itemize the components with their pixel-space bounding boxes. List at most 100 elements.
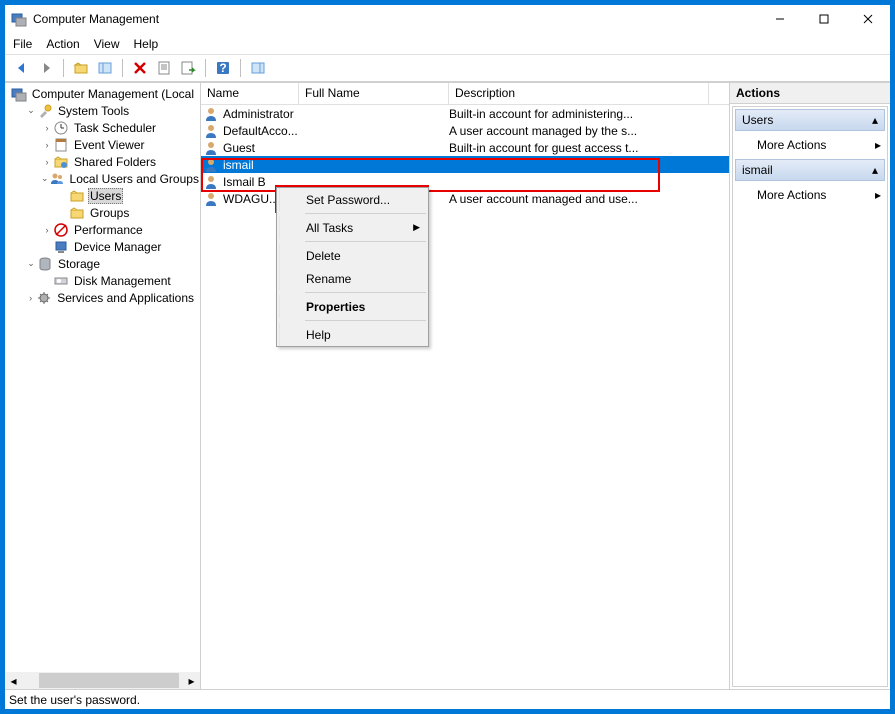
menu-file[interactable]: File [13, 37, 32, 51]
show-hide-action-pane-button[interactable] [247, 57, 269, 79]
tree-expander-icon[interactable]: › [41, 140, 53, 150]
user-row-administrator[interactable]: AdministratorBuilt-in account for admini… [201, 105, 729, 122]
tree-expander-icon[interactable]: ⌄ [25, 258, 37, 269]
status-bar: Set the user's password. [5, 689, 890, 709]
user-icon [203, 157, 219, 173]
menu-action[interactable]: Action [46, 37, 79, 51]
properties-button[interactable] [153, 57, 175, 79]
context-menu-separator [305, 292, 426, 293]
tree-node-users[interactable]: Users [5, 187, 200, 204]
actions-item-more-actions[interactable]: More Actions ▸ [733, 133, 887, 157]
tree-node-storage[interactable]: ⌄ Storage [5, 255, 200, 272]
context-menu-all-tasks[interactable]: All Tasks▶ [279, 216, 428, 239]
tree-expander-icon[interactable]: › [41, 157, 53, 167]
disk-icon [53, 273, 69, 289]
context-menu-set-password-[interactable]: Set Password... [279, 188, 428, 211]
forward-button[interactable] [35, 57, 57, 79]
tree-horizontal-scrollbar[interactable]: ◂ ▸ [5, 672, 200, 689]
tree-node-task-scheduler[interactable]: ›Task Scheduler [5, 119, 200, 136]
actions-pane: Actions Users▴More Actions▸ismail▴More A… [730, 83, 890, 689]
tree-node-label: Storage [56, 257, 102, 271]
toolbar-separator [205, 59, 206, 77]
context-menu-help[interactable]: Help [279, 323, 428, 346]
tree-expander-icon[interactable]: › [25, 293, 36, 303]
tree-expander-icon[interactable]: › [41, 123, 53, 133]
perf-icon [53, 222, 69, 238]
content-area: Computer Management (Local⌄System Tools›… [5, 82, 890, 689]
tree-node-performance[interactable]: › Performance [5, 221, 200, 238]
scrollbar-thumb[interactable] [39, 673, 179, 688]
user-icon [203, 106, 219, 122]
tree-node-local-users-and-groups[interactable]: ⌄Local Users and Groups [5, 170, 200, 187]
list-header: Name Full Name Description [201, 83, 729, 105]
actions-section-ismail[interactable]: ismail ▴ [735, 159, 885, 181]
actions-pane-title: Actions [730, 83, 890, 104]
show-hide-tree-button[interactable] [94, 57, 116, 79]
user-row-guest[interactable]: Guest Built-in account for guest access t… [201, 139, 729, 156]
cell-name: Administrator [223, 107, 299, 121]
up-button[interactable] [70, 57, 92, 79]
submenu-arrow-icon: ▸ [875, 138, 881, 152]
maximize-button[interactable] [802, 5, 846, 33]
folder-icon [69, 205, 85, 221]
user-row-defaultacco-[interactable]: DefaultAcco...A user account managed by … [201, 122, 729, 139]
tree-node-label: Shared Folders [72, 155, 158, 169]
back-button[interactable] [11, 57, 33, 79]
collapse-arrow-icon: ▴ [872, 163, 878, 177]
tree-node-device-manager[interactable]: Device Manager [5, 238, 200, 255]
context-menu-separator [305, 320, 426, 321]
context-menu-properties[interactable]: Properties [279, 295, 428, 318]
actions-item-label: More Actions [757, 138, 826, 152]
export-list-button[interactable] [177, 57, 199, 79]
actions-item-label: More Actions [757, 188, 826, 202]
storage-icon [37, 256, 53, 272]
navigation-tree-pane: Computer Management (Local⌄System Tools›… [5, 83, 201, 689]
tree-node-groups[interactable]: Groups [5, 204, 200, 221]
submenu-arrow-icon: ▶ [413, 222, 420, 233]
cell-description: A user account managed and use... [449, 192, 709, 206]
tree-expander-icon[interactable]: ⌄ [25, 105, 37, 116]
actions-section-users[interactable]: Users▴ [735, 109, 885, 131]
tree-node-label: Computer Management (Local [30, 87, 196, 101]
menu-view[interactable]: View [94, 37, 120, 51]
toolbar-separator [240, 59, 241, 77]
svg-text:?: ? [219, 61, 226, 75]
cell-description: Built-in account for guest access t... [449, 141, 709, 155]
app-window: Computer Management File Action View Hel… [4, 4, 891, 710]
tree-node-system-tools[interactable]: ⌄System Tools [5, 102, 200, 119]
status-text: Set the user's password. [9, 693, 140, 707]
devmgr-icon [53, 239, 69, 255]
context-menu-rename[interactable]: Rename [279, 267, 428, 290]
scroll-left-arrow[interactable]: ◂ [5, 672, 22, 689]
user-icon [203, 191, 219, 207]
actions-section-label: ismail [742, 163, 773, 177]
tree-expander-icon[interactable]: ⌄ [41, 173, 49, 184]
menu-bar: File Action View Help [5, 33, 890, 55]
column-header-description[interactable]: Description [449, 83, 709, 104]
tree-node-computer-management-local[interactable]: Computer Management (Local [5, 85, 200, 102]
help-button[interactable]: ? [212, 57, 234, 79]
delete-button[interactable] [129, 57, 151, 79]
tree-node-event-viewer[interactable]: ›Event Viewer [5, 136, 200, 153]
column-header-fullname[interactable]: Full Name [299, 83, 449, 104]
cell-name: Guest [223, 141, 299, 155]
actions-section-label: Users [742, 113, 773, 127]
tree-node-services-and-applications[interactable]: › Services and Applications [5, 289, 200, 306]
menu-help[interactable]: Help [134, 37, 159, 51]
tree-expander-icon[interactable]: › [41, 225, 53, 235]
actions-item-more-actions[interactable]: More Actions▸ [733, 183, 887, 207]
tree-node-label: Services and Applications [55, 291, 196, 305]
folder-icon [69, 188, 85, 204]
tree-node-shared-folders[interactable]: › Shared Folders [5, 153, 200, 170]
column-header-name[interactable]: Name [201, 83, 299, 104]
minimize-button[interactable] [758, 5, 802, 33]
context-menu-delete[interactable]: Delete [279, 244, 428, 267]
scroll-right-arrow[interactable]: ▸ [183, 672, 200, 689]
close-button[interactable] [846, 5, 890, 33]
services-icon [36, 290, 52, 306]
tree-node-label: Performance [72, 223, 145, 237]
user-row-ismail[interactable]: ismail [201, 156, 729, 173]
tree-node-disk-management[interactable]: Disk Management [5, 272, 200, 289]
context-menu-item-label: Delete [306, 249, 341, 263]
cell-name: DefaultAcco... [223, 124, 299, 138]
